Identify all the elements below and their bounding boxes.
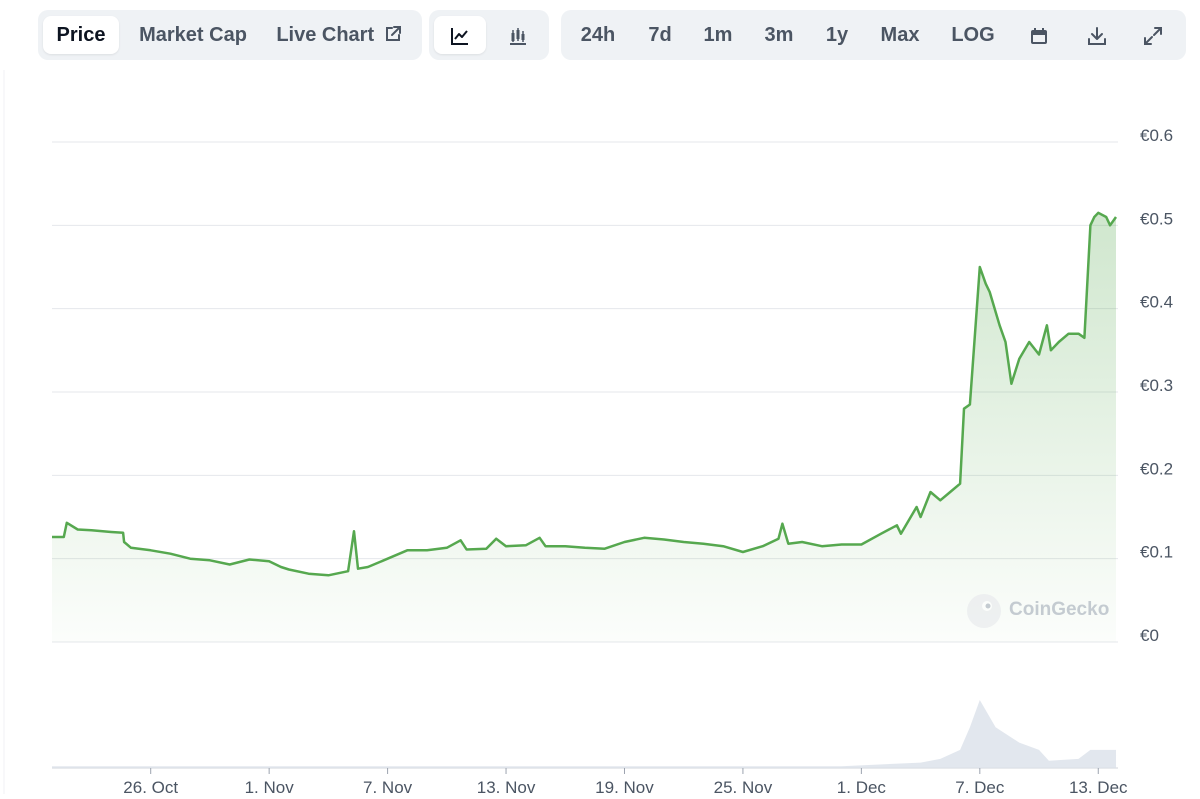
tab-live-chart-label: Live Chart	[276, 24, 375, 46]
range-24h[interactable]: 24h	[569, 16, 627, 54]
coingecko-watermark: CoinGecko	[965, 592, 1115, 630]
calendar-button[interactable]	[1017, 16, 1061, 54]
x-tick-label: 13. Dec	[1069, 778, 1128, 794]
x-axis: 26. Oct 1. Nov 7. Nov 13. Nov 19. Nov 25. Nov…	[123, 768, 1128, 797]
x-tick-label: 7. Dec	[955, 778, 1005, 794]
x-tick-label: 1. Nov	[245, 778, 295, 794]
chart-type-group	[429, 10, 549, 60]
range-3m[interactable]: 3m	[751, 16, 807, 54]
x-tick-label: 1. Dec	[837, 778, 887, 794]
line-chart-icon	[451, 27, 468, 45]
y-tick-label: €0.6	[1140, 126, 1173, 145]
range-7d[interactable]: 7d	[633, 16, 687, 54]
download-icon	[1088, 26, 1106, 45]
expand-button[interactable]	[1131, 16, 1175, 54]
watermark-text: CoinGecko	[1009, 599, 1110, 620]
external-link-icon	[385, 26, 401, 42]
grid-lines	[3, 70, 1118, 794]
x-tick-label: 13. Nov	[477, 778, 536, 794]
price-area	[52, 212, 1116, 643]
x-tick-label: 7. Nov	[363, 778, 413, 794]
range-1m[interactable]: 1m	[691, 16, 745, 54]
volume-area	[52, 700, 1117, 768]
chart-toolbar: Price Market Cap Live Chart 24h 7d 1m 3m…	[0, 10, 1200, 62]
y-tick-label: €0.3	[1140, 376, 1173, 395]
log-toggle[interactable]: LOG	[941, 16, 1005, 54]
tab-live-chart[interactable]: Live Chart	[270, 16, 408, 54]
y-tick-label: €0.4	[1140, 293, 1173, 312]
price-series	[52, 211, 1118, 643]
line-chart-button[interactable]	[434, 16, 486, 54]
y-tick-label: €0.1	[1140, 543, 1173, 562]
tab-group: Price Market Cap Live Chart	[38, 10, 422, 60]
price-chart[interactable]: €0 €0.1 €0.2 €0.3 €0.4 €0.5 €0.6 26. Oct 1. Nov…	[0, 70, 1200, 797]
volume-bars	[52, 700, 1117, 768]
download-button[interactable]	[1075, 16, 1119, 54]
y-axis: €0 €0.1 €0.2 €0.3 €0.4 €0.5 €0.6	[1140, 126, 1173, 645]
calendar-icon	[1031, 27, 1047, 44]
x-tick-label: 19. Nov	[595, 778, 654, 794]
y-tick-label: €0.5	[1140, 209, 1173, 228]
x-tick-label: 26. Oct	[123, 778, 178, 794]
range-max[interactable]: Max	[869, 16, 931, 54]
range-group: 24h 7d 1m 3m 1y Max LOG	[561, 10, 1186, 60]
x-tick-label: 25. Nov	[714, 778, 773, 794]
y-tick-label: €0.2	[1140, 459, 1173, 478]
candlestick-button[interactable]	[492, 16, 544, 54]
coingecko-logo-icon	[967, 594, 1001, 628]
tab-market-cap[interactable]: Market Cap	[130, 16, 256, 54]
y-tick-label: €0	[1140, 626, 1159, 645]
candlestick-icon	[510, 27, 526, 45]
expand-icon	[1144, 26, 1162, 45]
range-1y[interactable]: 1y	[811, 16, 863, 54]
tab-price[interactable]: Price	[43, 16, 119, 54]
price-chart-svg[interactable]: €0 €0.1 €0.2 €0.3 €0.4 €0.5 €0.6 26. Oct 1. Nov…	[0, 70, 1200, 797]
